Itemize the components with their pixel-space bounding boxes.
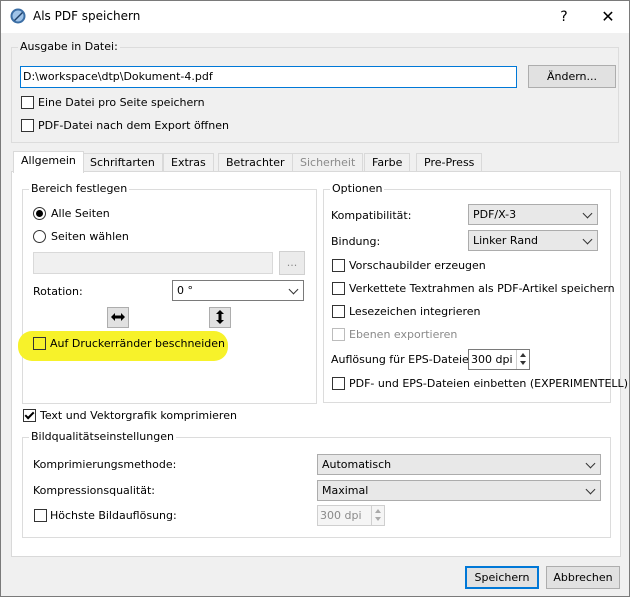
spin-arrows-icon: [371, 506, 384, 525]
tab-betrachter[interactable]: Betrachter: [218, 153, 293, 172]
export-layers-label: Ebenen exportieren: [349, 328, 458, 341]
rotation-select[interactable]: 0 °: [172, 280, 304, 301]
tab-extras[interactable]: Extras: [163, 153, 214, 172]
compression-quality-label: Kompressionsqualität:: [33, 484, 155, 497]
output-path-input[interactable]: D:\workspace\dtp\Dokument-4.pdf: [20, 66, 517, 88]
chevron-down-icon: [288, 284, 299, 295]
tab-allgemein[interactable]: Allgemein: [13, 151, 84, 173]
scribus-app-icon: [10, 8, 26, 24]
change-path-button[interactable]: Ändern...: [528, 65, 616, 88]
clip-printer-margins-label: Auf Druckerränder beschneiden: [50, 337, 225, 350]
binding-label: Bindung:: [331, 235, 381, 248]
rotation-label: Rotation:: [33, 285, 83, 298]
chevron-down-icon: [585, 458, 596, 469]
spin-arrows-icon[interactable]: [516, 350, 529, 369]
close-button[interactable]: ✕: [593, 5, 623, 29]
horizontal-arrows-icon: [111, 313, 125, 321]
one-file-per-page-label: Eine Datei pro Seite speichern: [38, 96, 205, 109]
compress-text-vector-label: Text und Vektorgrafik komprimieren: [40, 409, 237, 422]
tab-sicherheit: Sicherheit: [292, 153, 364, 172]
output-file-legend: Ausgabe in Datei:: [18, 40, 120, 53]
compatibility-select[interactable]: PDF/X-3: [468, 204, 598, 225]
embed-pdf-eps-label: PDF- und EPS-Dateien einbetten (EXPERIME…: [349, 377, 628, 390]
choose-pages-radio[interactable]: [33, 230, 46, 243]
compression-quality-select[interactable]: Maximal: [317, 480, 601, 501]
all-pages-radio[interactable]: [33, 207, 46, 220]
all-pages-label: Alle Seiten: [51, 207, 110, 220]
tab-schriftarten[interactable]: Schriftarten: [82, 153, 163, 172]
compression-method-label: Komprimierungsmethode:: [33, 458, 177, 471]
max-resolution-value: 300 dpi: [320, 509, 362, 522]
embed-pdf-eps-checkbox[interactable]: [332, 377, 345, 390]
chevron-down-icon: [582, 208, 593, 219]
thumbnails-label: Vorschaubilder erzeugen: [349, 259, 486, 272]
close-icon: ✕: [601, 7, 615, 26]
tab-farbe[interactable]: Farbe: [364, 153, 411, 172]
save-button[interactable]: Speichern: [465, 566, 539, 589]
cancel-button[interactable]: Abbrechen: [546, 566, 620, 589]
open-after-export-checkbox[interactable]: [21, 119, 34, 132]
binding-value: Linker Rand: [473, 234, 539, 247]
linked-frames-checkbox[interactable]: [332, 282, 345, 295]
page-range-legend: Bereich festlegen: [29, 182, 130, 195]
max-resolution-spinbox: 300 dpi: [317, 505, 385, 526]
help-icon: ?: [560, 9, 568, 25]
tab-pre-press[interactable]: Pre-Press: [416, 153, 483, 172]
pages-input[interactable]: [33, 252, 273, 274]
thumbnails-checkbox[interactable]: [332, 259, 345, 272]
eps-resolution-value: 300 dpi: [471, 353, 513, 366]
choose-pages-label: Seiten wählen: [51, 230, 129, 243]
compress-text-vector-checkbox[interactable]: [23, 409, 36, 422]
max-resolution-label: Höchste Bildauflösung:: [50, 509, 177, 522]
binding-select[interactable]: Linker Rand: [468, 230, 598, 251]
image-quality-legend: Bildqualitätseinstellungen: [29, 430, 176, 443]
title-bar: Als PDF speichern ? ✕: [1, 1, 629, 33]
compatibility-value: PDF/X-3: [473, 208, 517, 221]
compatibility-label: Kompatibilität:: [331, 209, 412, 222]
rotation-value: 0 °: [177, 284, 193, 297]
eps-resolution-spinbox[interactable]: 300 dpi: [468, 349, 530, 370]
export-layers-checkbox: [332, 328, 345, 341]
linked-frames-label: Verkettete Textrahmen als PDF-Artikel sp…: [349, 282, 615, 295]
chevron-down-icon: [582, 234, 593, 245]
vertical-arrows-icon: [216, 310, 224, 324]
compression-quality-value: Maximal: [322, 484, 369, 497]
eps-resolution-label: Auflösung für EPS-Dateien:: [331, 353, 480, 366]
window-title: Als PDF speichern: [33, 9, 141, 23]
compression-method-value: Automatisch: [322, 458, 392, 471]
options-legend: Optionen: [330, 182, 385, 195]
browse-pages-button[interactable]: ...: [279, 251, 305, 275]
compression-method-select[interactable]: Automatisch: [317, 454, 601, 475]
bookmarks-label: Lesezeichen integrieren: [349, 305, 481, 318]
flip-vertical-button[interactable]: [209, 307, 231, 328]
clip-printer-margins-checkbox[interactable]: [33, 337, 46, 350]
one-file-per-page-checkbox[interactable]: [21, 96, 34, 109]
max-resolution-checkbox[interactable]: [34, 509, 47, 522]
tab-panel-allgemein: Bereich festlegen Alle Seiten Seiten wäh…: [11, 171, 628, 557]
open-after-export-label: PDF-Datei nach dem Export öffnen: [38, 119, 229, 132]
pdf-export-dialog: Als PDF speichern ? ✕ Ausgabe in Datei: …: [0, 0, 630, 597]
bookmarks-checkbox[interactable]: [332, 305, 345, 318]
help-button[interactable]: ?: [549, 5, 579, 29]
chevron-down-icon: [585, 484, 596, 495]
flip-horizontal-button[interactable]: [107, 307, 129, 328]
